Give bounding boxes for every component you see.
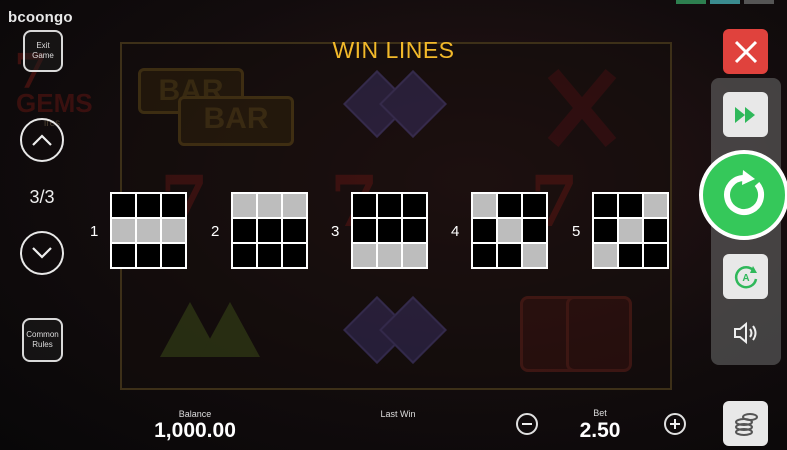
turbo-button[interactable] — [723, 92, 768, 137]
win-line-cell — [283, 219, 306, 242]
common-rules-label: Common Rules — [26, 330, 59, 349]
chevron-up-icon — [32, 134, 52, 146]
win-line-number: 1 — [90, 223, 99, 240]
win-line-cell — [353, 194, 376, 217]
win-line-cell — [403, 194, 426, 217]
win-line-cell-active — [498, 219, 521, 242]
win-line-cell — [594, 194, 617, 217]
autoplay-button[interactable]: A — [723, 254, 768, 299]
increase-bet-button[interactable] — [664, 413, 686, 435]
page-title: WIN LINES — [332, 37, 455, 63]
win-line-cell — [112, 194, 135, 217]
common-rules-button[interactable]: Common Rules — [22, 318, 63, 362]
win-line-number: 4 — [451, 223, 460, 240]
red-gem-symbol — [520, 292, 632, 372]
win-line-cell — [137, 244, 160, 267]
minus-icon — [522, 423, 532, 425]
win-line-number: 5 — [572, 223, 581, 240]
exit-game-label: Exit Game — [32, 41, 54, 60]
win-line-grid — [351, 192, 428, 269]
win-line-grid — [592, 192, 669, 269]
speaker-icon — [734, 321, 757, 345]
win-line-cell — [594, 219, 617, 242]
sound-button[interactable] — [729, 316, 763, 350]
bet-value: 2.50 — [579, 419, 621, 442]
win-line-cell — [473, 219, 496, 242]
win-line-cell-active — [523, 244, 546, 267]
win-line-cell — [619, 244, 642, 267]
close-icon — [734, 40, 757, 63]
fast-forward-icon — [734, 106, 755, 123]
svg-text:A: A — [742, 273, 749, 284]
win-line-cell-active — [594, 244, 617, 267]
win-line-cell — [233, 244, 256, 267]
win-line-number: 2 — [211, 223, 220, 240]
win-line-cell-active — [137, 219, 160, 242]
balance-label: Balance — [178, 409, 212, 419]
green-gem-symbol — [160, 292, 270, 362]
win-line-grid — [110, 192, 187, 269]
last-win-label: Last Win — [380, 409, 416, 419]
bar-symbol: BAR BAR — [138, 68, 294, 148]
win-line-cell-active — [233, 194, 256, 217]
win-line-cell — [162, 244, 185, 267]
win-line-cell — [498, 244, 521, 267]
win-line-cell-active — [619, 219, 642, 242]
win-line-grid — [231, 192, 308, 269]
win-line-cell — [233, 219, 256, 242]
win-line-cell-active — [403, 244, 426, 267]
win-line-cell-active — [112, 219, 135, 242]
close-button[interactable] — [723, 29, 768, 74]
decrease-bet-button[interactable] — [516, 413, 538, 435]
win-line-cell — [473, 244, 496, 267]
page-down-button[interactable] — [20, 231, 64, 275]
top-bar-segment — [710, 0, 740, 4]
win-line-cell — [523, 219, 546, 242]
coins-icon — [734, 412, 758, 436]
win-line-cell — [378, 194, 401, 217]
win-line-cell — [258, 244, 281, 267]
top-bar-segment — [744, 0, 774, 4]
brand-logo: bcoongo — [8, 9, 73, 26]
win-line-cell-active — [162, 219, 185, 242]
win-line-cell-active — [283, 194, 306, 217]
win-line-cell-active — [473, 194, 496, 217]
win-line-cell-active — [353, 244, 376, 267]
purple-gem-symbol — [343, 296, 447, 364]
win-line-cell-active — [258, 194, 281, 217]
spin-button[interactable] — [699, 150, 787, 240]
plus-icon — [670, 419, 680, 429]
win-line-cell — [258, 219, 281, 242]
spin-icon — [724, 170, 764, 215]
win-line-cell — [283, 244, 306, 267]
win-line-cell-active — [378, 244, 401, 267]
win-line-cell — [619, 194, 642, 217]
win-line-grid — [471, 192, 548, 269]
autoplay-icon: A — [734, 265, 757, 288]
page-indicator: 3/3 — [29, 187, 55, 207]
page-up-button[interactable] — [20, 118, 64, 162]
win-line-cell — [403, 219, 426, 242]
bet-settings-button[interactable] — [723, 401, 768, 446]
exit-game-button[interactable]: Exit Game — [23, 30, 63, 72]
top-bar-segment — [676, 0, 706, 4]
balance-value: 1,000.00 — [154, 419, 236, 442]
win-line-cell — [644, 244, 667, 267]
purple-gem-symbol — [343, 70, 447, 138]
chevron-down-icon — [32, 247, 52, 259]
win-line-number: 3 — [331, 223, 340, 240]
win-line-cell — [112, 244, 135, 267]
win-line-cell — [498, 194, 521, 217]
win-line-cell — [353, 219, 376, 242]
win-line-cell — [378, 219, 401, 242]
win-line-cell — [644, 219, 667, 242]
win-line-cell — [523, 194, 546, 217]
win-line-cell-active — [644, 194, 667, 217]
win-line-cell — [162, 194, 185, 217]
win-line-cell — [137, 194, 160, 217]
x-symbol — [535, 68, 625, 147]
bet-label: Bet — [593, 408, 607, 418]
